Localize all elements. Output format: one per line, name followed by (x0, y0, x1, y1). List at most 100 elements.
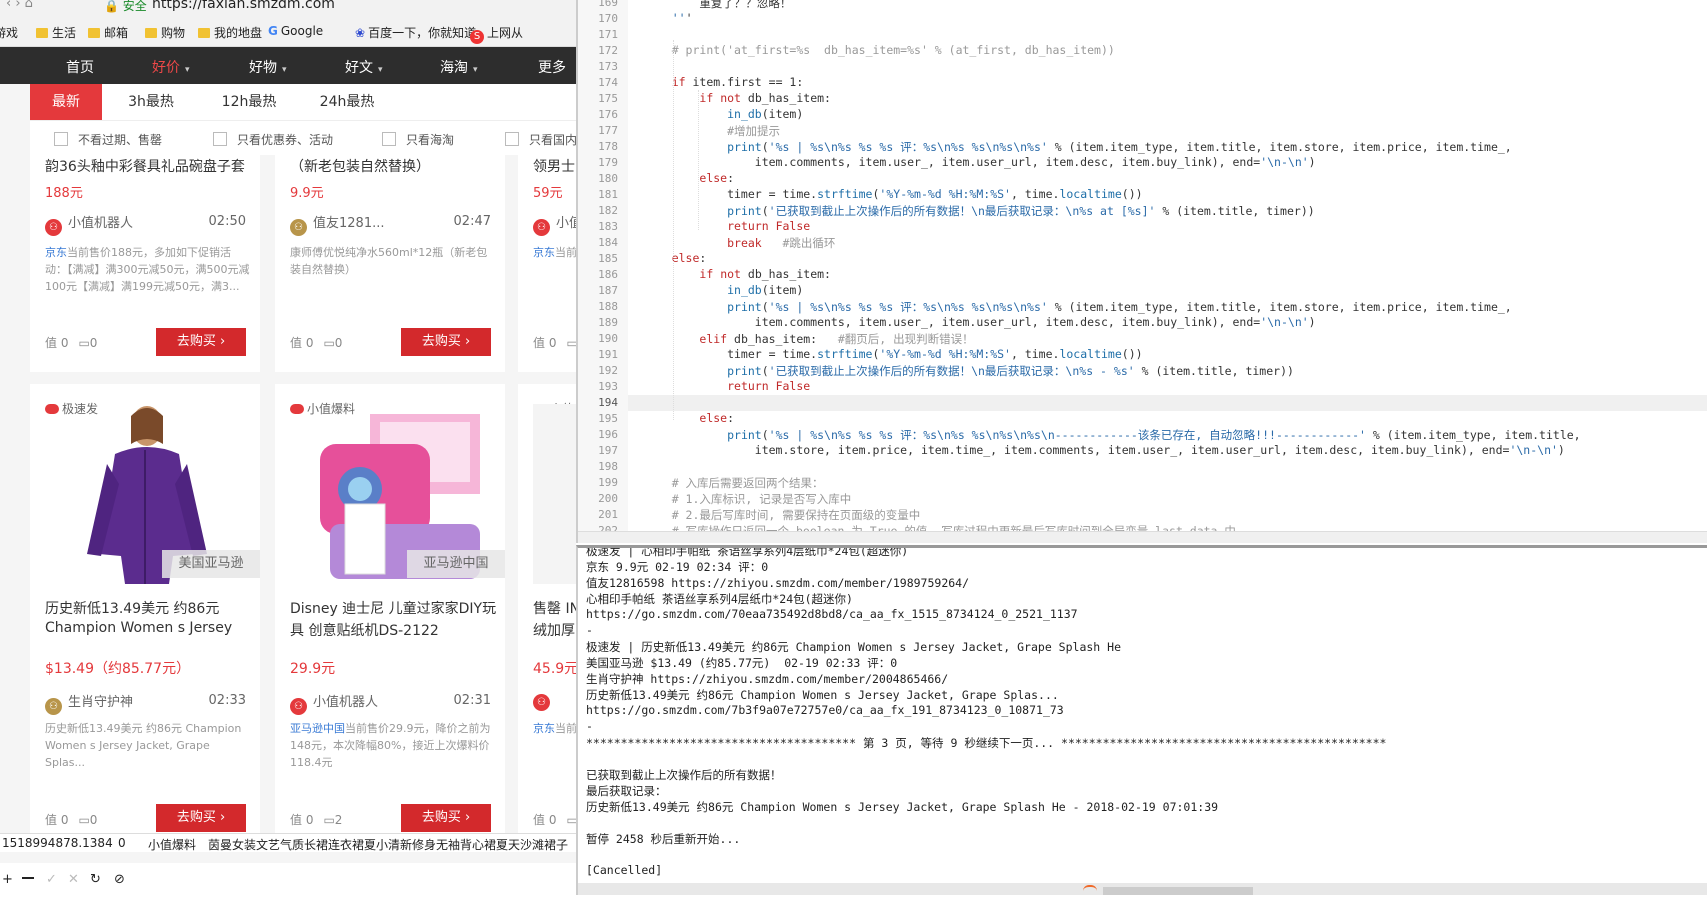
tab-3[interactable]: 24h最热 (298, 84, 396, 120)
code-line[interactable]: # print('at_first=%s db_has_item=%s' % (… (644, 43, 1115, 57)
address-bar[interactable]: ‹ › ⌂ 🔒 安全 https://faxian.smzdm.com (0, 0, 576, 13)
desc-store-link[interactable]: 京东 (45, 246, 67, 259)
author[interactable]: ⚇ 小值机器人 (45, 212, 133, 236)
code-line[interactable]: else: (644, 251, 707, 265)
bookmark-item[interactable]: 我的地盘 (198, 24, 262, 41)
code-line[interactable]: # 1.入库标识, 记录是否写入库中 (644, 491, 852, 507)
code-line[interactable]: print('已获取到截止上次操作后的所有数据！\n最后获取记录：\n%s at… (644, 203, 1315, 219)
author[interactable]: ⚇ 小值机器人 (290, 691, 378, 715)
buy-button[interactable]: 去购买 › (401, 328, 491, 356)
checkbox-icon[interactable] (505, 132, 519, 146)
code-line[interactable]: ''' (644, 11, 693, 25)
product-title-line1[interactable]: Disney 迪士尼 儿童过家家DIY玩 (290, 598, 496, 618)
code-line[interactable]: in_db(item) (644, 283, 803, 297)
comment-count[interactable]: ▭0 (78, 336, 97, 350)
zhi-count[interactable]: 值 0 (533, 336, 556, 350)
code-line[interactable]: item.store, item.price, item.time_, item… (644, 443, 1565, 457)
product-card[interactable]: 小值爆料 亚马逊中国 Disney 迪士尼 儿童过家家DIY玩具 创意贴纸机DS-2… (275, 384, 505, 833)
product-card[interactable]: 韵36头釉中彩餐具礼品碗盘子套 188元 ⚇ 小值机器人 02:50 京东当前售价188元… (30, 154, 260, 372)
code-line[interactable]: timer = time.strftime('%Y-%m-%d %H:%M:%S… (644, 187, 1142, 201)
close-icon[interactable]: ✕ (68, 872, 79, 887)
code-line[interactable]: # 入库后需要返回两个结果： (644, 475, 824, 491)
zhi-count[interactable]: 值 0 (290, 813, 313, 827)
code-line[interactable]: elif db_has_item: #翻页后, 出现判断错误！ (644, 331, 973, 347)
filter-checkbox[interactable]: 只看优惠券、活动 (213, 131, 333, 148)
tab-0[interactable]: 最新 (30, 84, 102, 120)
check-icon[interactable]: ✓ (46, 872, 57, 887)
code-editor[interactable]: 169 170 171 172 173 174 175 176 177 178 179 180 181 1… (576, 0, 1707, 543)
nav-item-1[interactable]: 好价 ▾ (152, 57, 190, 77)
product-title[interactable]: （新老包装自然替换） (290, 156, 430, 176)
desc-store-link[interactable]: 亚马逊中国 (290, 722, 345, 735)
code-line[interactable]: item.comments, item.user_, item.user_url… (644, 155, 1316, 169)
filter-checkbox[interactable]: 不看过期、售罄 (54, 131, 162, 148)
product-card[interactable]: 领男士 59元 ⚇ 小值京东当前售价…扣】满2…打8折降… 值 0 ▭ (518, 154, 576, 372)
author[interactable]: ⚇ 小值 (533, 212, 576, 236)
code-line[interactable]: #增加提示 (644, 123, 780, 139)
product-card[interactable]: 极速发 美国亚马逊 历史新低13.49美元 约86元 Champion Women s… (30, 384, 260, 833)
code-line[interactable]: # 2.最后写库时间, 需要保持在页面级的变量中 (644, 507, 921, 523)
nav-item-3[interactable]: 好文 ▾ (345, 57, 383, 77)
filter-checkbox[interactable]: 只看海淘 (382, 131, 454, 148)
buy-button[interactable]: 去购买 › (401, 804, 491, 832)
nav-item-2[interactable]: 好物 ▾ (249, 57, 287, 77)
bookmark-item[interactable]: 游戏 (0, 24, 18, 41)
checkbox-icon[interactable] (382, 132, 396, 146)
desc-store-link[interactable]: 京东 (533, 246, 555, 259)
checkbox-icon[interactable] (54, 132, 68, 146)
code-line[interactable]: 重复了？？忽略！ (644, 0, 791, 11)
comment-count[interactable]: ▭0 (323, 336, 342, 350)
buy-button[interactable]: 去购买 › (156, 804, 246, 832)
bookmark-item[interactable]: 购物 (145, 24, 185, 41)
product-title-line1[interactable]: 历史新低13.49美元 约86元 (45, 598, 219, 618)
product-title-line2[interactable]: 绒加厚 (533, 620, 575, 640)
filter-checkbox[interactable]: 只看国内 (505, 131, 576, 148)
buy-button[interactable]: 去购买 › (156, 328, 246, 356)
author[interactable]: ⚇ 值友1281... (290, 212, 384, 236)
code-line[interactable]: if item.first == 1: (644, 75, 804, 89)
code-line[interactable]: print('%s | %s\n%s %s %s 评：%s\n%s %s\n%s… (644, 427, 1581, 443)
bookmark-item[interactable]: S 上网从 (470, 24, 523, 44)
zhi-count[interactable]: 值 0 (533, 813, 556, 827)
url-text[interactable]: https://faxian.smzdm.com (152, 0, 335, 12)
comment-count[interactable]: ▭0 (78, 813, 97, 827)
author[interactable]: ⚇ (533, 691, 556, 711)
tab-2[interactable]: 12h最热 (200, 84, 298, 120)
comment-count[interactable]: ▭2 (323, 813, 342, 827)
tab-1[interactable]: 3h最热 (102, 84, 200, 120)
refresh-icon[interactable]: ↻ (90, 872, 101, 887)
code-line[interactable]: timer = time.strftime('%Y-%m-%d %H:%M:%S… (644, 347, 1142, 361)
product-title-line2[interactable]: Champion Women s Jersey (45, 620, 232, 636)
code-line[interactable]: item.comments, item.user_, item.user_url… (644, 315, 1316, 329)
checkbox-icon[interactable] (213, 132, 227, 146)
horizontal-scrollbar[interactable] (578, 531, 1707, 543)
comment-count[interactable]: ▭ (566, 813, 576, 827)
code-line[interactable]: return False (644, 219, 810, 233)
code-line[interactable]: in_db(item) (644, 107, 803, 121)
product-title[interactable]: 领男士 (533, 156, 575, 176)
zhi-count[interactable]: 值 0 (45, 813, 68, 827)
product-title-line1[interactable]: 售罄 IN… (533, 598, 576, 618)
back-forward-reload-icons[interactable]: ‹ › ⌂ (6, 0, 33, 11)
product-title-line2[interactable]: 具 创意贴纸机DS-2122 (290, 620, 439, 640)
nav-item-0[interactable]: 首页 (66, 57, 94, 77)
product-image[interactable] (533, 404, 576, 584)
product-card[interactable]: 小值售罄 IN…绒加厚45.9元⚇京东当前… 活动：… 满3件…值 0▭ (518, 384, 576, 833)
zhi-count[interactable]: 值 0 (45, 336, 68, 350)
nav-item-4[interactable]: 海淘 ▾ (440, 57, 478, 77)
code-line[interactable]: print('%s | %s\n%s %s %s 评：%s\n%s %s\n%s… (644, 139, 1512, 155)
add-icon[interactable]: + (2, 872, 13, 887)
comment-count[interactable]: ▭ (566, 336, 576, 350)
stop-icon[interactable]: ⊘ (114, 872, 125, 887)
product-title[interactable]: 韵36头釉中彩餐具礼品碗盘子套 (45, 156, 245, 176)
bookmark-item[interactable]: 邮箱 (88, 24, 128, 41)
code-line[interactable]: print('%s | %s\n%s %s %s 评：%s\n%s %s\n%s… (644, 299, 1512, 315)
product-card[interactable]: （新老包装自然替换） 9.9元 ⚇ 值友1281... 02:47 康师傅优悦纯净水560… (275, 154, 505, 372)
code-line[interactable]: else: (644, 171, 734, 185)
author[interactable]: ⚇ 生肖守护神 (45, 691, 133, 715)
desc-store-link[interactable]: 京东 (533, 722, 555, 735)
minus-icon[interactable] (22, 869, 34, 879)
bookmark-item[interactable]: 生活 (36, 24, 76, 41)
code-line[interactable]: print('已获取到截止上次操作后的所有数据！\n最后获取记录：\n%s - … (644, 363, 1294, 379)
zhi-count[interactable]: 值 0 (290, 336, 313, 350)
